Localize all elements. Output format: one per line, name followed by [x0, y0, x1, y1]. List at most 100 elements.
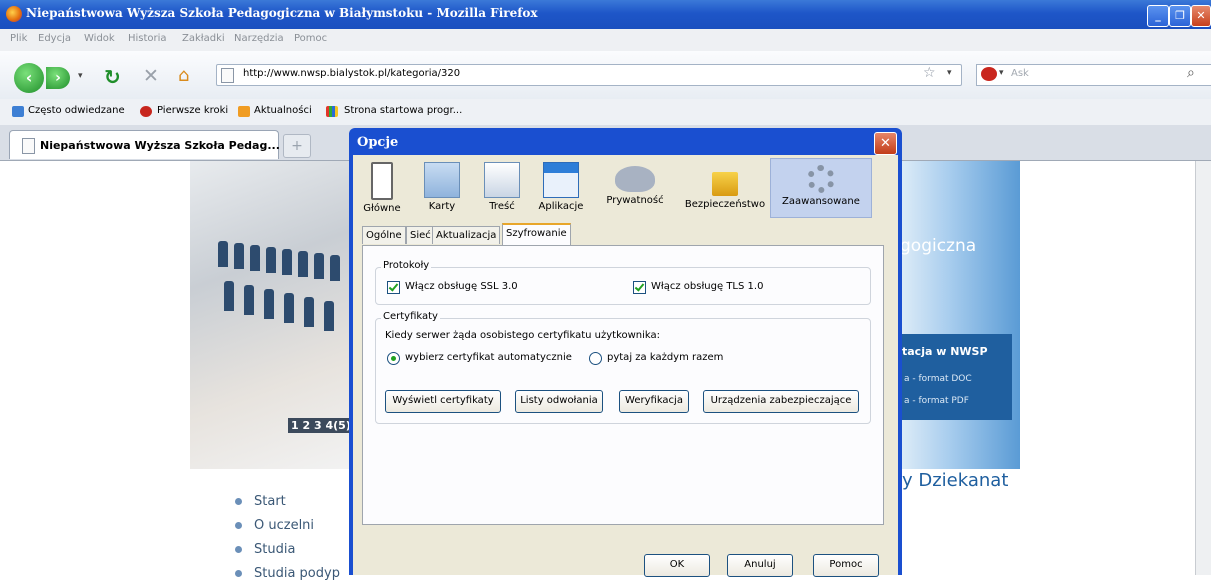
- page-icon: [22, 138, 35, 154]
- nav-studia-podyplomowe[interactable]: Studia podyp: [235, 566, 340, 581]
- documents-box: tacja w NWSP a - format DOC a - format P…: [894, 334, 1012, 420]
- revocation-lists-button[interactable]: Listy odwołania: [515, 390, 603, 413]
- nav-start[interactable]: Start: [235, 494, 286, 509]
- subtab-siec[interactable]: Sieć: [406, 226, 435, 244]
- ask-every-time-label: pytaj za każdym razem: [607, 352, 724, 363]
- back-icon[interactable]: ‹: [14, 63, 44, 93]
- bookmark-strona-startowa[interactable]: Strona startowa progr...: [344, 105, 462, 116]
- window-title: Niepaństwowa Wyższa Szkoła Pedagogiczna …: [26, 6, 538, 20]
- documents-box-title: tacja w NWSP: [902, 345, 988, 358]
- close-window-button[interactable]: ✕: [1191, 5, 1211, 27]
- ask-every-time-radio[interactable]: [589, 352, 602, 365]
- category-karty[interactable]: Karty: [421, 158, 463, 216]
- tab-nwsp[interactable]: Niepaństwowa Wyższa Szkoła Pedag...: [9, 130, 280, 159]
- encryption-panel: Protokoły Włącz obsługę SSL 3.0 Włącz ob…: [362, 245, 884, 525]
- menu-historia[interactable]: Historia: [128, 33, 167, 44]
- url-bar[interactable]: http://www.nwsp.bialystok.pl/kategoria/3…: [216, 64, 962, 86]
- history-dropdown-icon[interactable]: ▾: [78, 71, 83, 81]
- category-bezpieczenstwo-label: Bezpieczeństwo: [684, 199, 766, 210]
- ok-button[interactable]: OK: [644, 554, 710, 577]
- menu-zakladki[interactable]: Zakładki: [182, 33, 225, 44]
- bookmark-pierwsze-kroki[interactable]: Pierwsze kroki: [157, 105, 228, 116]
- doc-link[interactable]: a - format DOC: [904, 374, 972, 384]
- auto-select-label: wybierz certyfikat automatycznie: [405, 352, 572, 363]
- page-scrollbar[interactable]: [1195, 161, 1211, 575]
- lock-icon: [712, 172, 738, 196]
- view-certificates-button[interactable]: Wyświetl certyfikaty: [385, 390, 501, 413]
- firefox-icon: [6, 6, 22, 22]
- restore-button[interactable]: ❐: [1169, 5, 1191, 27]
- auto-select-radio[interactable]: [387, 352, 400, 365]
- category-bezpieczenstwo[interactable]: Bezpieczeństwo: [682, 158, 768, 216]
- category-glowne[interactable]: Główne: [359, 158, 405, 216]
- tab-title: Niepaństwowa Wyższa Szkoła Pedag...: [40, 139, 280, 152]
- tls-label: Włącz obsługę TLS 1.0: [651, 281, 764, 292]
- category-tresc-label: Treść: [489, 201, 515, 212]
- ask-engine-icon[interactable]: [981, 67, 997, 81]
- dziekanat-heading[interactable]: y Dziekanat: [902, 470, 1008, 491]
- engine-dropdown-icon[interactable]: ▾: [999, 68, 1004, 78]
- tabs-icon: [424, 162, 460, 198]
- content-icon: [484, 162, 520, 198]
- menu-narzedzia[interactable]: Narzędzia: [234, 33, 284, 44]
- menu-plik[interactable]: Plik: [10, 33, 27, 44]
- search-placeholder: Ask: [1011, 68, 1029, 79]
- security-devices-button[interactable]: Urządzenia zabezpieczające: [703, 390, 859, 413]
- certificate-question: Kiedy serwer żąda osobistego certyfikatu…: [385, 330, 661, 341]
- category-aplikacje[interactable]: Aplikacje: [536, 158, 586, 216]
- gallery-pagination[interactable]: 1 2 3 4(5): [288, 418, 354, 433]
- subtab-ogolne[interactable]: Ogólne: [362, 226, 406, 244]
- msn-icon: [326, 106, 338, 117]
- stop-icon[interactable]: ✕: [143, 65, 159, 87]
- bookmark-czesto[interactable]: Często odwiedzane: [28, 105, 125, 116]
- rss-icon: [238, 106, 250, 117]
- mask-icon: [615, 166, 655, 192]
- protocols-label: Protokoły: [381, 260, 432, 271]
- category-prywatnosc[interactable]: Prywatność: [603, 158, 667, 216]
- firefox-start-icon: [140, 106, 152, 117]
- header-banner: [902, 161, 1020, 469]
- page-icon: [221, 68, 234, 83]
- category-aplikacje-label: Aplikacje: [538, 201, 584, 212]
- help-button[interactable]: Pomoc: [813, 554, 879, 577]
- bookmark-star-icon[interactable]: ☆: [923, 65, 936, 81]
- category-zaawansowane-label: Zaawansowane: [782, 196, 860, 207]
- menu-bar: Plik Edycja Widok Historia Zakładki Narz…: [0, 29, 1211, 51]
- switch-icon: [371, 162, 393, 200]
- ssl-checkbox[interactable]: [387, 281, 400, 294]
- dialog-close-button[interactable]: ✕: [874, 132, 897, 155]
- minimize-button[interactable]: _: [1147, 5, 1169, 27]
- category-karty-label: Karty: [428, 201, 456, 212]
- tls-checkbox[interactable]: [633, 281, 646, 294]
- subtab-szyfrowanie[interactable]: Szyfrowanie: [502, 223, 571, 245]
- url-dropdown-icon[interactable]: ▾: [947, 68, 952, 78]
- nav-studia[interactable]: Studia: [235, 542, 295, 557]
- category-tresc[interactable]: Treść: [480, 158, 524, 216]
- url-text[interactable]: http://www.nwsp.bialystok.pl/kategoria/3…: [243, 68, 460, 79]
- nav-o-uczelni[interactable]: O uczelni: [235, 518, 314, 533]
- search-box[interactable]: ▾ Ask ⌕: [976, 64, 1211, 86]
- certificates-label: Certyfikaty: [381, 311, 440, 322]
- reload-icon[interactable]: ↻: [104, 65, 121, 89]
- window-title-bar: Niepaństwowa Wyższa Szkoła Pedagogiczna …: [0, 0, 1211, 29]
- menu-widok[interactable]: Widok: [84, 33, 115, 44]
- cancel-button[interactable]: Anuluj: [727, 554, 793, 577]
- search-icon[interactable]: ⌕: [1187, 65, 1195, 81]
- menu-edycja[interactable]: Edycja: [38, 33, 71, 44]
- bookmarks-toolbar: Często odwiedzane Pierwsze kroki Aktualn…: [0, 99, 1211, 125]
- home-icon[interactable]: ⌂: [178, 65, 189, 86]
- forward-icon[interactable]: ›: [46, 67, 70, 89]
- ssl-label: Włącz obsługę SSL 3.0: [405, 281, 518, 292]
- gear-icon: [807, 165, 835, 193]
- often-visited-icon: [12, 106, 24, 117]
- subtab-aktualizacja[interactable]: Aktualizacja: [432, 226, 501, 244]
- bookmark-aktualnosci[interactable]: Aktualności: [254, 105, 312, 116]
- category-zaawansowane[interactable]: Zaawansowane: [770, 158, 872, 218]
- verification-button[interactable]: Weryfikacja: [619, 390, 689, 413]
- applications-icon: [543, 162, 579, 198]
- new-tab-button[interactable]: +: [283, 134, 311, 158]
- menu-pomoc[interactable]: Pomoc: [294, 33, 327, 44]
- category-prywatnosc-label: Prywatność: [606, 195, 664, 206]
- category-glowne-label: Główne: [363, 203, 401, 214]
- pdf-link[interactable]: a - format PDF: [904, 396, 969, 406]
